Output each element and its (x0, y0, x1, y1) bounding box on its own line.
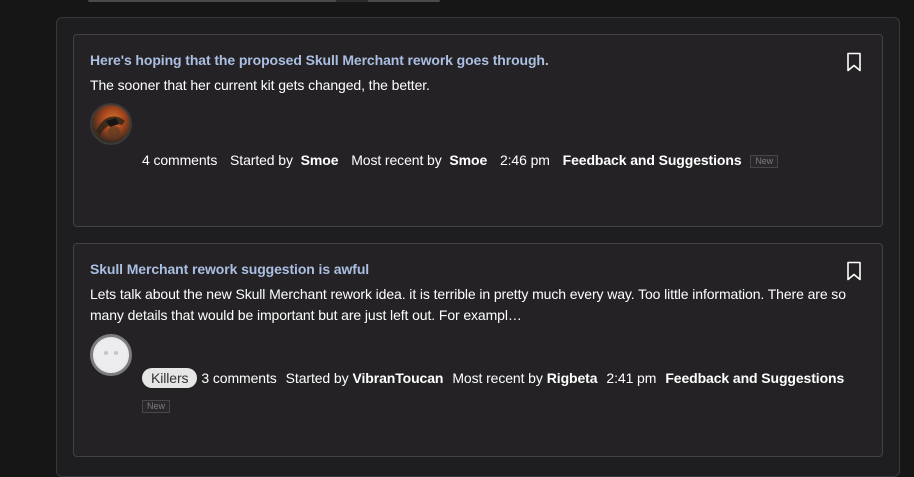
most-recent-label: Most recent by (452, 370, 543, 386)
discussion-card[interactable]: Here's hoping that the proposed Skull Me… (73, 34, 883, 227)
started-by-label: Started by (230, 152, 293, 168)
new-badge-row: New (142, 398, 171, 416)
top-bar-fragment (88, 0, 440, 2)
discussion-excerpt: Lets talk about the new Skull Merchant r… (90, 286, 846, 323)
author-link[interactable]: Smoe (301, 152, 339, 168)
comment-count: 3 comments (201, 370, 277, 386)
started-by-label: Started by (285, 370, 349, 386)
bookmark-icon[interactable] (846, 261, 862, 281)
discussion-title-link[interactable]: Here's hoping that the proposed Skull Me… (90, 52, 549, 68)
discussion-card[interactable]: Skull Merchant rework suggestion is awfu… (73, 243, 883, 457)
most-recent-label: Most recent by (351, 152, 442, 168)
bookmark-icon[interactable] (846, 52, 862, 72)
new-badge: New (750, 154, 779, 168)
last-post-time: 2:46 pm (499, 152, 550, 168)
last-user-link[interactable]: Smoe (449, 152, 487, 168)
discussion-meta: Killers 3 comments Started by VibranTouc… (142, 368, 844, 388)
discussion-title-link[interactable]: Skull Merchant rework suggestion is awfu… (90, 261, 369, 277)
last-user-link[interactable]: Rigbeta (547, 370, 598, 386)
author-link[interactable]: VibranToucan (353, 370, 444, 386)
category-link[interactable]: Feedback and Suggestions (563, 152, 742, 168)
last-post-time: 2:41 pm (606, 370, 657, 386)
tag-pill[interactable]: Killers (142, 368, 198, 388)
discussion-meta: 4 comments Started by Smoe Most recent b… (142, 152, 782, 168)
top-bar-segment (336, 0, 368, 2)
comment-count: 4 comments (142, 152, 218, 168)
user-avatar[interactable] (90, 334, 132, 376)
user-avatar[interactable] (90, 103, 132, 145)
discussion-excerpt: The sooner that her current kit gets cha… (90, 77, 430, 93)
user-avatar-image (96, 116, 125, 138)
category-link[interactable]: Feedback and Suggestions (665, 370, 844, 386)
new-badge: New (142, 400, 171, 414)
default-avatar-icon (95, 339, 127, 371)
